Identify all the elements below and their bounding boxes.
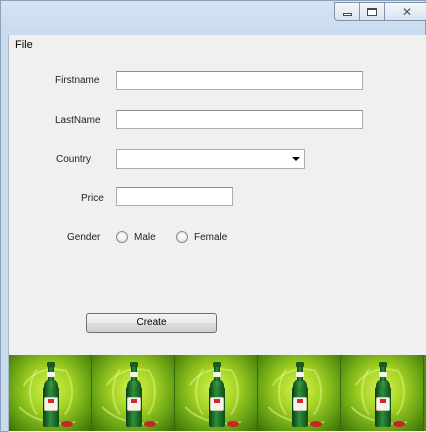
lastname-input[interactable] — [116, 110, 363, 129]
coaster-icon — [144, 421, 156, 427]
beer-bottle-icon — [126, 362, 142, 427]
price-input[interactable] — [116, 187, 233, 206]
beer-bottle-icon — [375, 362, 391, 427]
beer-bottle-icon — [43, 362, 59, 427]
close-button[interactable]: ✕ — [384, 2, 426, 21]
gender-label: Gender — [67, 232, 101, 243]
gender-male-label[interactable]: Male — [134, 232, 156, 243]
lastname-label: LastName — [55, 115, 101, 126]
maximize-icon — [367, 7, 377, 16]
banner-tile — [92, 355, 175, 431]
close-icon: ✕ — [401, 4, 413, 19]
radio-button-icon[interactable] — [116, 231, 128, 243]
image-banner — [9, 355, 426, 431]
banner-tile — [341, 355, 424, 431]
minimize-button[interactable] — [334, 2, 360, 21]
minimize-icon — [342, 12, 352, 16]
client-area: File Firstname LastName Country Price Ge… — [8, 35, 426, 432]
beer-bottle-icon — [292, 362, 308, 427]
menu-bar: File — [9, 35, 426, 55]
firstname-label: Firstname — [55, 75, 100, 86]
coaster-icon — [393, 421, 405, 427]
chevron-down-icon — [292, 157, 300, 161]
beer-bottle-icon — [209, 362, 225, 427]
coaster-icon — [310, 421, 322, 427]
banner-tile — [9, 355, 92, 431]
radio-button-icon[interactable] — [176, 231, 188, 243]
banner-tile — [175, 355, 258, 431]
app-window: ✕ File Firstname LastName Country Price … — [0, 0, 426, 432]
gender-female-radio[interactable]: Female — [176, 231, 227, 243]
country-dropdown[interactable] — [116, 149, 305, 169]
create-button[interactable]: Create — [86, 313, 217, 333]
maximize-button[interactable] — [359, 2, 385, 21]
coaster-icon — [61, 421, 73, 427]
price-label: Price — [81, 193, 104, 204]
menu-file[interactable]: File — [15, 39, 33, 51]
caption-buttons: ✕ — [334, 2, 426, 22]
gender-female-label[interactable]: Female — [194, 232, 227, 243]
banner-tile — [258, 355, 341, 431]
gender-male-radio[interactable]: Male — [116, 231, 156, 243]
coaster-icon — [227, 421, 239, 427]
title-bar[interactable]: ✕ — [1, 1, 426, 35]
country-label: Country — [56, 154, 92, 165]
firstname-input[interactable] — [116, 71, 363, 90]
